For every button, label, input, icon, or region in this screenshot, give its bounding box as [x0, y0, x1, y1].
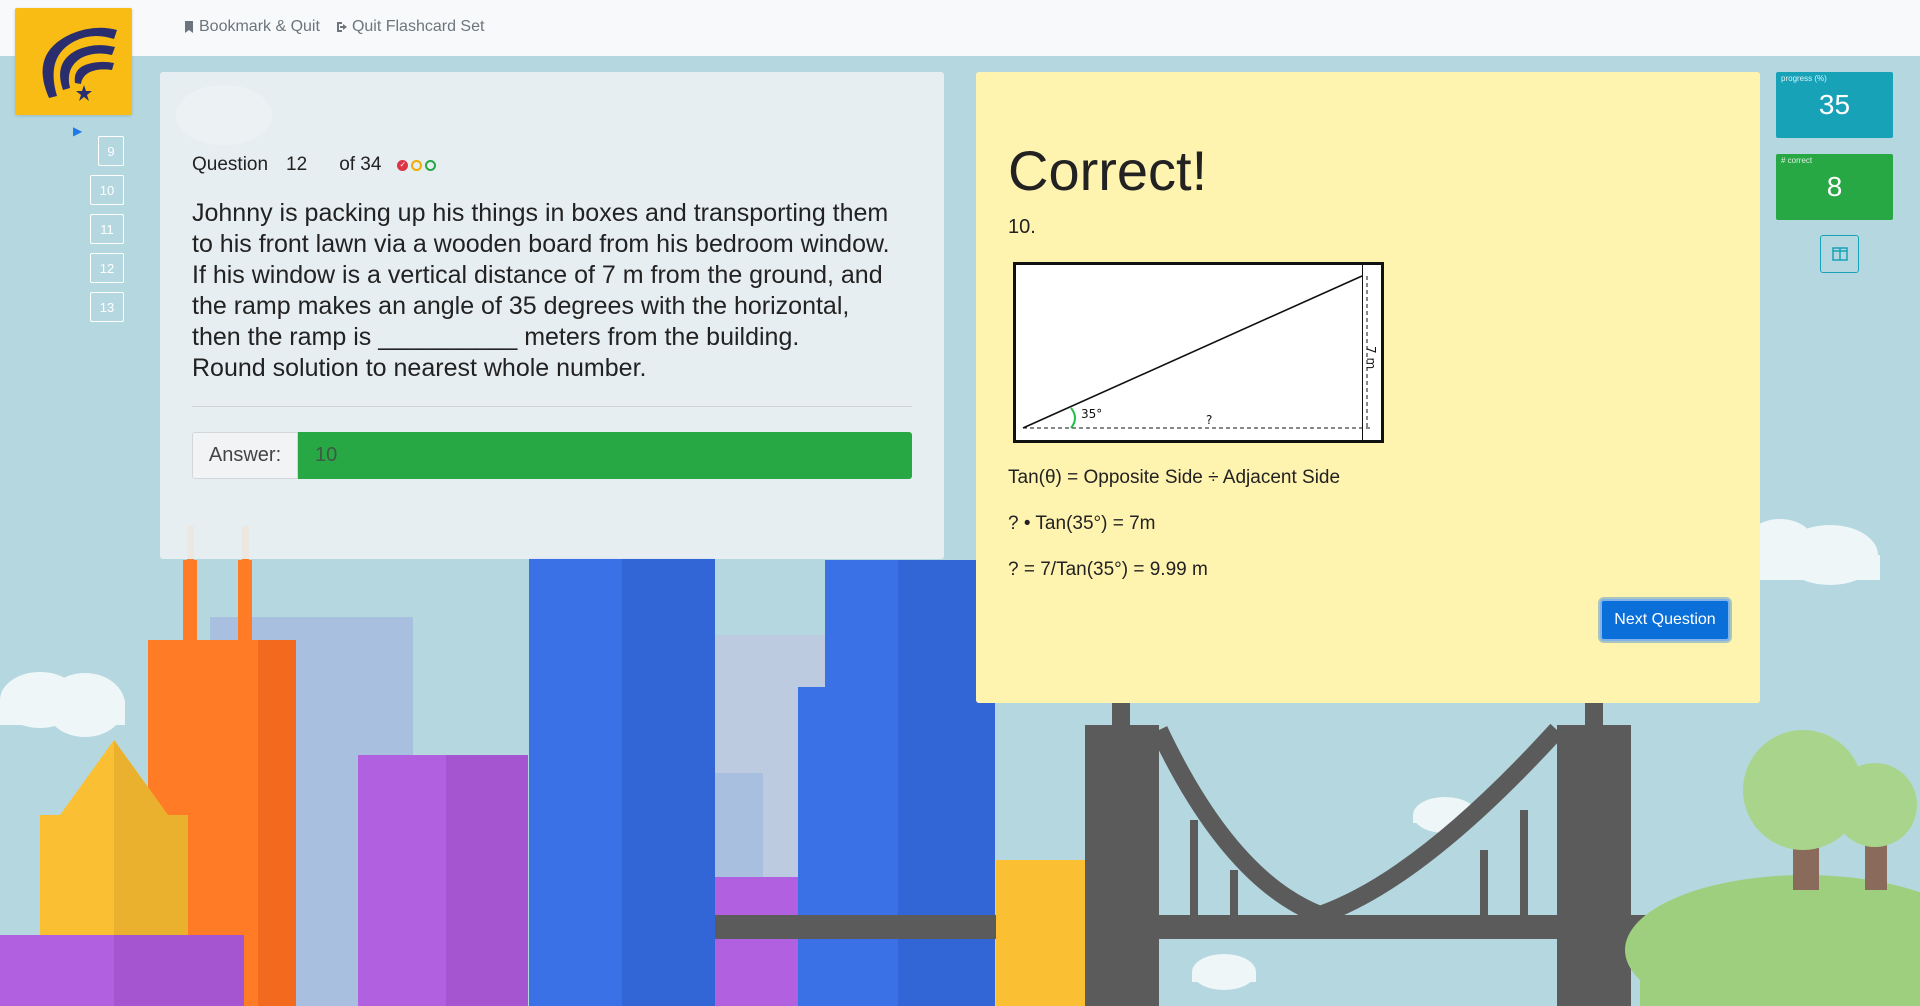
question-text-line: If his window is a vertical distance of …: [192, 261, 883, 289]
difficulty-dot-green: [425, 159, 437, 171]
correct-value: 8: [1826, 171, 1843, 202]
columns-icon: [1831, 247, 1848, 261]
bookmark-quit-link[interactable]: Bookmark & Quit: [183, 18, 320, 36]
toggle-layout-button[interactable]: [1820, 235, 1859, 273]
question-total: of 34: [339, 154, 382, 175]
top-navbar: Bookmark & Quit Quit Flashcard Set: [0, 0, 1920, 56]
question-card: Question 12 of 34 Johnny is packing up h…: [160, 72, 944, 559]
question-text-line: Round solution to nearest whole number.: [192, 354, 647, 382]
correct-stat: # correct 8: [1776, 154, 1893, 220]
question-nav-item-current[interactable]: 12: [90, 253, 124, 283]
next-question-button[interactable]: Next Question: [1600, 599, 1730, 641]
progress-stat: progress (%) 35: [1776, 72, 1893, 138]
result-card: Correct! 10. 35° ? 7 m Tan(θ) = Opposite…: [976, 72, 1760, 703]
triangle-diagram: 35° ? 7 m: [1013, 262, 1384, 443]
quit-flashcard-link[interactable]: Quit Flashcard Set: [336, 18, 485, 36]
question-text-line: the ramp makes an angle of 35 degrees wi…: [192, 292, 850, 320]
answer-label: Answer:: [192, 432, 298, 479]
question-nav-item[interactable]: 13: [90, 292, 124, 322]
angle-label: 35°: [1081, 407, 1102, 421]
current-question-pointer-icon: ▶: [73, 124, 83, 138]
answer-input[interactable]: 10: [298, 432, 912, 479]
formula-line: Tan(θ) = Opposite Side ÷ Adjacent Side: [1008, 467, 1341, 488]
answer-group: Answer: 10: [192, 432, 912, 479]
difficulty-dot-red: [397, 159, 409, 171]
height-label: 7 m: [1364, 346, 1378, 369]
quit-flashcard-label: Quit Flashcard Set: [351, 18, 485, 35]
question-number: 12: [286, 154, 308, 175]
sign-out-icon: [336, 22, 347, 32]
formula-line: ? = 7/Tan(35°) = 9.99 m: [1008, 559, 1208, 580]
progress-value: 35: [1818, 89, 1851, 120]
question-header: Question 12 of 34: [192, 154, 437, 176]
base-label: ?: [1206, 413, 1212, 427]
question-text-line: Johnny is packing up his things in boxes…: [192, 199, 889, 227]
formula-line: ? • Tan(35°) = 7m: [1008, 513, 1156, 534]
difficulty-dot-yellow: [411, 159, 423, 171]
bookmark-quit-label: Bookmark & Quit: [199, 18, 320, 35]
bookmark-icon: [185, 21, 193, 33]
logo-icon: [42, 27, 117, 101]
question-nav-item[interactable]: 11: [90, 214, 124, 244]
result-number: 10.: [1008, 216, 1036, 238]
question-label: Question: [192, 154, 269, 175]
progress-label: progress (%): [1781, 74, 1827, 83]
question-nav-item[interactable]: 9: [98, 136, 124, 166]
divider: [192, 406, 912, 407]
question-nav-item[interactable]: 10: [90, 175, 124, 205]
question-text-line: then the ramp is __________ meters from …: [192, 323, 800, 351]
question-text: Johnny is packing up his things in boxes…: [192, 198, 922, 384]
result-title: Correct!: [1008, 139, 1208, 202]
difficulty-indicator: [397, 159, 437, 171]
site-logo[interactable]: [15, 8, 132, 115]
question-text-line: to his front lawn via a wooden board fro…: [192, 230, 890, 258]
correct-label: # correct: [1781, 156, 1813, 165]
